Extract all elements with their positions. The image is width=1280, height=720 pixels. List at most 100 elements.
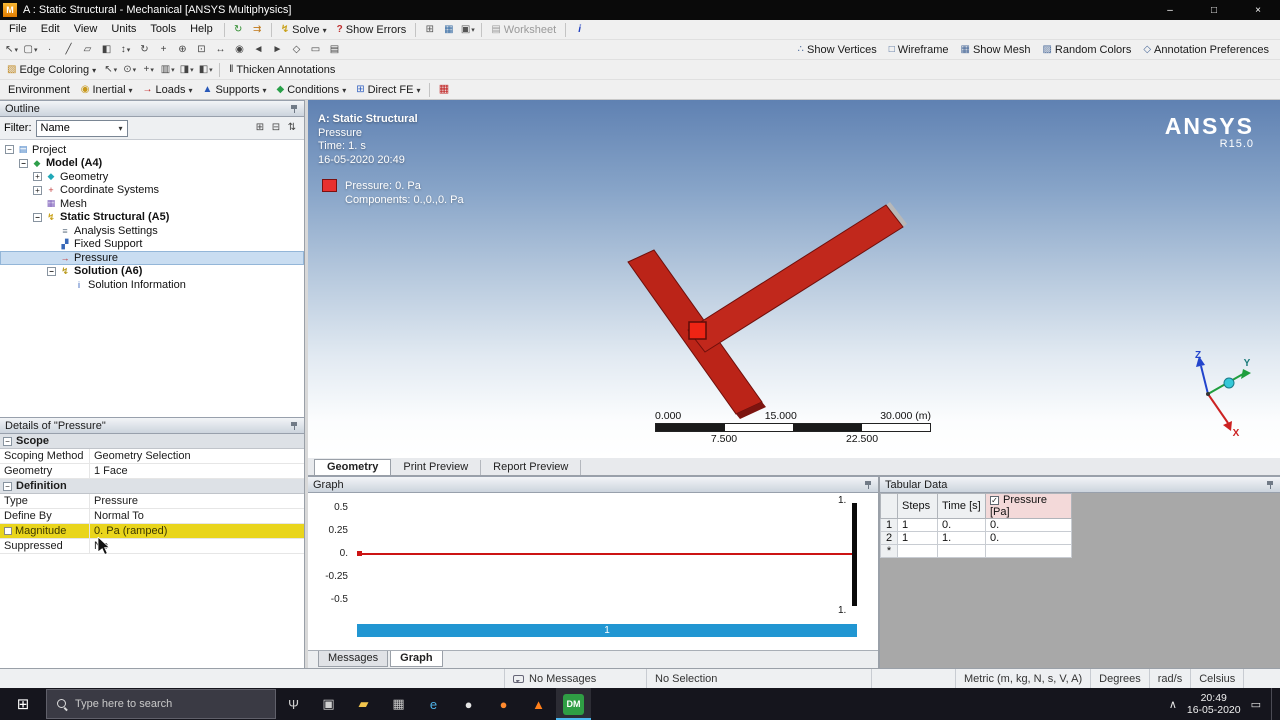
steps-cell[interactable]: 1 — [897, 518, 938, 532]
steps-cell[interactable]: 1 — [897, 531, 938, 545]
show-vertices-button[interactable]: ∴ Show Vertices — [793, 41, 882, 59]
thicken-annotations-button[interactable]: ‖ Thicken Annotations — [224, 61, 340, 79]
tree-item-coordinate-systems[interactable]: + + Coordinate Systems — [0, 184, 304, 198]
wireframe-button[interactable]: □ Wireframe — [884, 41, 954, 59]
parameter-checkbox[interactable] — [4, 527, 12, 535]
random-colors-button[interactable]: ▨ Random Colors — [1037, 41, 1136, 59]
refresh-icon[interactable]: ↻ — [229, 21, 248, 38]
worksheet-matrix-button[interactable]: ▦ — [434, 81, 453, 98]
rotate-icon[interactable]: ↻ — [135, 41, 154, 58]
pressure-cell[interactable]: 0. — [985, 531, 1072, 545]
edge-icon[interactable]: e — [416, 688, 451, 720]
edge-coloring-menu[interactable]: ▧ Edge Coloring — [2, 61, 101, 79]
details-section-scope[interactable]: Scope — [0, 434, 304, 449]
panel-tab[interactable]: Graph — [390, 651, 443, 667]
previous-view-icon[interactable]: ◄ — [249, 41, 268, 58]
tabular-row[interactable]: * — [880, 544, 1072, 558]
column-steps[interactable]: Steps — [897, 493, 938, 519]
viewport-tab[interactable]: Print Preview — [391, 460, 482, 475]
next-view-icon[interactable]: ► — [268, 41, 287, 58]
conditions-menu[interactable]: ◆ Conditions — [272, 81, 352, 99]
graph-plot[interactable] — [357, 503, 857, 606]
label-pointer-icon[interactable]: ↖ — [2, 41, 21, 58]
hidden-icons-chevron[interactable]: ∧ — [1169, 698, 1177, 711]
maximize-button[interactable]: □ — [1192, 0, 1236, 20]
beam-arm-right[interactable] — [687, 204, 904, 353]
store-icon[interactable]: ▦ — [381, 688, 416, 720]
chart-icon[interactable]: ▦ — [439, 21, 458, 38]
details-row-define-by[interactable]: Define By Normal To — [0, 509, 304, 524]
collapse-all-icon[interactable]: ⊟ — [268, 120, 284, 137]
close-button[interactable]: × — [1236, 0, 1280, 20]
tree-expander-icon[interactable]: − — [5, 145, 14, 155]
tree-item-static-structural-a5[interactable]: − ↯ Static Structural (A5) — [0, 211, 304, 225]
firefox-icon[interactable]: ● — [486, 688, 521, 720]
time-marker[interactable] — [852, 503, 857, 606]
menu-item[interactable]: View — [67, 20, 105, 39]
coordinate-icon[interactable]: + — [139, 61, 158, 78]
tree-item-pressure[interactable]: → Pressure — [0, 251, 304, 265]
face-filter-icon[interactable]: ▱ — [78, 41, 97, 58]
clipboard-icon[interactable]: ▥ — [158, 61, 177, 78]
pressure-cell[interactable]: 0. — [985, 518, 1072, 532]
file-explorer-icon[interactable]: ▰ — [346, 688, 381, 720]
units-indicator[interactable]: Metric (m, kg, N, s, V, A) — [956, 669, 1092, 688]
fit-icon[interactable]: ↔ — [211, 41, 230, 58]
messages-status[interactable]: No Messages — [505, 669, 647, 688]
units-indicator[interactable]: Degrees — [1091, 669, 1150, 688]
tree-expander-icon[interactable]: − — [47, 266, 56, 276]
edge-filter-icon[interactable]: ╱ — [59, 41, 78, 58]
expand-all-icon[interactable]: ⊞ — [252, 120, 268, 137]
speech-icon[interactable]: Ψ — [276, 688, 311, 720]
details-row-scoping-method[interactable]: Scoping Method Geometry Selection — [0, 449, 304, 464]
sort-icon[interactable]: ⇅ — [284, 120, 300, 137]
pin-icon[interactable] — [1267, 480, 1275, 490]
time-cell[interactable] — [937, 544, 986, 558]
select-mode-icon[interactable]: ▢ — [21, 41, 40, 58]
probe-icon[interactable]: ↖ — [101, 61, 120, 78]
pin-icon[interactable] — [865, 480, 873, 490]
manage-views-icon[interactable]: ▤ — [325, 41, 344, 58]
steps-cell[interactable] — [897, 544, 938, 558]
loads-menu[interactable]: → Loads — [138, 81, 198, 99]
vertex-filter-icon[interactable]: ∙ — [40, 41, 59, 58]
viewport-tab[interactable]: Report Preview — [481, 460, 582, 475]
step-bar[interactable]: 1 — [357, 624, 857, 637]
z-axis[interactable] — [1200, 365, 1209, 395]
viewports-icon[interactable]: ◧ — [196, 61, 215, 78]
checkbox-checked-icon[interactable]: ✓ — [990, 495, 999, 505]
details-section-definition[interactable]: Definition — [0, 479, 304, 494]
viewport-tab[interactable]: Geometry — [314, 459, 392, 475]
graphics-viewport[interactable]: A: Static Structural Pressure Time: 1. s… — [308, 100, 1280, 458]
units-indicator[interactable]: Celsius — [1191, 669, 1245, 688]
taskbar-search-input[interactable]: Type here to search — [46, 689, 276, 719]
magnifier-icon[interactable]: ◉ — [230, 41, 249, 58]
menu-item[interactable]: Units — [104, 20, 143, 39]
tree-expander-icon[interactable]: + — [33, 185, 42, 195]
geometry-model[interactable] — [308, 100, 1280, 458]
menu-item[interactable]: Tools — [143, 20, 183, 39]
pin-icon[interactable] — [291, 104, 299, 114]
solve-button[interactable]: ↯ Solve — [276, 21, 332, 39]
worksheet-button[interactable]: ▤ Worksheet — [486, 21, 561, 39]
tree-item-solution-a6[interactable]: − ↯ Solution (A6) — [0, 265, 304, 279]
annotation-preferences-button[interactable]: ◇ Annotation Preferences — [1138, 41, 1274, 59]
units-indicator[interactable]: rad/s — [1150, 669, 1192, 688]
scoping-icon[interactable]: ⊙ — [120, 61, 139, 78]
iso-view-icon[interactable]: ◇ — [287, 41, 306, 58]
time-cell[interactable]: 0. — [937, 518, 986, 532]
show-mesh-button[interactable]: ▦ Show Mesh — [956, 41, 1036, 59]
tree-expander-icon[interactable]: − — [19, 158, 28, 168]
task-view-icon[interactable]: ▣ — [311, 688, 346, 720]
column-pressure[interactable]: ✓ Pressure [Pa] — [985, 493, 1072, 519]
show-errors-button[interactable]: ? Show Errors — [332, 21, 412, 39]
designmodeler-taskbar-button[interactable]: DM — [556, 688, 591, 720]
show-desktop-strip[interactable] — [1271, 688, 1276, 720]
x-axis[interactable] — [1207, 393, 1229, 424]
zoom-icon[interactable]: ⊕ — [173, 41, 192, 58]
time-cell[interactable]: 1. — [937, 531, 986, 545]
tree-item-analysis-settings[interactable]: ≡ Analysis Settings — [0, 224, 304, 238]
extend-selection-icon[interactable]: ↕ — [116, 41, 135, 58]
tabular-row[interactable]: 1 1 0. 0. — [880, 518, 1072, 532]
magnitude-value-field[interactable]: 0. Pa (ramped) — [90, 524, 304, 538]
